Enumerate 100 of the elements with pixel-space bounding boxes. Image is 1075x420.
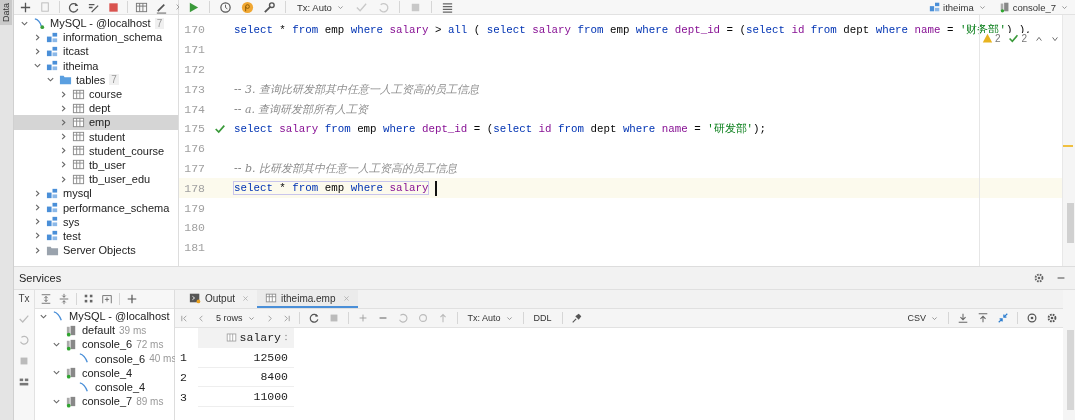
chevron-right-icon[interactable]	[59, 103, 68, 113]
table-icon	[72, 101, 85, 115]
tree-item[interactable]: itheima	[14, 58, 178, 73]
text-cursor	[435, 180, 437, 196]
tree-item[interactable]: itcast	[14, 44, 178, 59]
history-icon[interactable]	[219, 0, 232, 14]
table-icon[interactable]	[135, 0, 148, 14]
expand-all-icon[interactable]	[40, 293, 52, 305]
tree-item[interactable]: performance_schema	[14, 200, 178, 215]
tree-item[interactable]: tables 7	[14, 72, 178, 87]
datasource-dropdown[interactable]: itheima	[927, 1, 988, 13]
wrench-icon[interactable]	[263, 0, 276, 14]
connection-icon	[33, 16, 46, 30]
service-item[interactable]: console_4	[35, 379, 174, 395]
session-icon	[65, 337, 78, 351]
result-tab[interactable]: itheima.emp	[257, 290, 358, 308]
download-icon[interactable]	[957, 312, 969, 324]
transaction-dropdown[interactable]: Tx: Auto	[295, 1, 346, 13]
schema-icon	[46, 30, 59, 44]
service-item[interactable]: MySQL - @localhost	[35, 309, 174, 324]
passed-count[interactable]: 2	[1008, 33, 1027, 44]
schema-icon	[46, 44, 59, 58]
chevron-right-icon[interactable]	[59, 117, 68, 127]
side-tab[interactable]: Data	[0, 0, 12, 25]
transaction-dropdown[interactable]: Tx: Auto	[465, 313, 515, 323]
service-item[interactable]: console_4	[35, 365, 174, 380]
code-line: -- a. 查询研发部所有人工资	[234, 101, 369, 117]
page-size-dropdown[interactable]: 5 rows	[214, 313, 257, 323]
tree-item[interactable]: MySQL - @localhost 7	[14, 16, 178, 31]
table-icon	[72, 115, 85, 129]
scrollbar-thumb[interactable]	[1067, 203, 1074, 243]
service-item[interactable]: console_7 89 ms	[35, 394, 174, 409]
tree-item[interactable]: student_course	[14, 143, 178, 158]
tree-item[interactable]: mysql	[14, 186, 178, 201]
chevron-down-icon[interactable]	[33, 61, 42, 71]
column-header[interactable]: salary	[198, 328, 294, 348]
export-format-dropdown[interactable]: CSV	[905, 313, 940, 323]
add-icon[interactable]	[19, 0, 32, 14]
result-tab[interactable]: Output	[181, 290, 258, 308]
refresh-icon[interactable]	[67, 0, 80, 14]
upload-icon[interactable]	[977, 312, 989, 324]
chevron-right-icon[interactable]	[33, 231, 42, 241]
first-page-icon[interactable]	[180, 313, 189, 323]
tree-item[interactable]: test	[14, 228, 178, 243]
transaction-icon[interactable]: Tx	[18, 293, 30, 304]
previous-page-icon[interactable]	[197, 313, 206, 323]
settings-icon[interactable]	[1033, 272, 1045, 284]
table-icon	[265, 292, 278, 304]
chevron-right-icon[interactable]	[33, 203, 42, 213]
chevron-right-icon[interactable]	[59, 146, 68, 156]
line-number: 174	[183, 102, 205, 116]
code-line: select * from emp where salary	[234, 182, 429, 195]
stop-icon[interactable]	[107, 0, 120, 14]
table-icon	[72, 158, 85, 172]
collapse-all-icon[interactable]	[58, 293, 70, 305]
layout-icon[interactable]	[18, 376, 30, 388]
ddl-button[interactable]: DDL	[531, 313, 554, 323]
pin-icon[interactable]	[570, 312, 583, 324]
tree-item[interactable]: tb_user	[14, 157, 178, 173]
chevron-right-icon[interactable]	[33, 32, 42, 42]
chevron-right-icon[interactable]	[33, 46, 42, 56]
eye-icon[interactable]	[1026, 312, 1038, 324]
chevron-right-icon[interactable]	[59, 89, 68, 99]
chevron-right-icon[interactable]	[33, 217, 42, 227]
tree-item[interactable]: student	[14, 129, 178, 144]
chevron-down-icon[interactable]	[46, 75, 55, 85]
tree-item[interactable]: tb_user_edu	[14, 172, 178, 187]
last-page-icon[interactable]	[281, 313, 291, 323]
add-icon[interactable]	[126, 293, 138, 305]
chevron-right-icon[interactable]	[59, 160, 68, 170]
tree-item[interactable]: sys	[14, 214, 178, 229]
chevron-down-icon[interactable]	[52, 368, 61, 378]
chevron-right-icon[interactable]	[33, 245, 42, 255]
scrollbar-thumb[interactable]	[1067, 330, 1074, 410]
tree-item[interactable]: course	[14, 86, 178, 102]
chevron-down-icon[interactable]	[1051, 34, 1059, 43]
line-number: 179	[183, 201, 205, 215]
group-icon[interactable]	[83, 293, 95, 305]
session-icon	[998, 1, 1011, 13]
tree-item[interactable]: Server Objects	[14, 243, 178, 258]
chevron-right-icon[interactable]	[59, 174, 68, 184]
service-item[interactable]: default 39 ms	[35, 323, 174, 338]
tree-item[interactable]: emp	[14, 115, 178, 130]
service-item[interactable]: console_6 72 ms	[35, 337, 174, 352]
refresh-icon[interactable]	[307, 312, 320, 324]
schema-icon	[46, 215, 59, 229]
chevron-right-icon[interactable]	[33, 188, 42, 198]
chevron-up-icon[interactable]	[1035, 34, 1043, 43]
tree-item[interactable]: dept	[14, 101, 178, 116]
warning-marker[interactable]	[1063, 145, 1073, 147]
compare-icon[interactable]	[997, 312, 1009, 324]
run-icon[interactable]	[187, 0, 200, 14]
line-number: 181	[183, 241, 205, 255]
profile-icon[interactable]	[241, 0, 254, 14]
chevron-right-icon[interactable]	[59, 132, 68, 142]
list-icon[interactable]	[440, 0, 454, 14]
tree-item[interactable]: information_schema	[14, 30, 178, 45]
new-tab-icon[interactable]	[101, 293, 113, 305]
settings-icon[interactable]	[1046, 312, 1058, 324]
session-dropdown[interactable]: console_7	[996, 1, 1070, 13]
